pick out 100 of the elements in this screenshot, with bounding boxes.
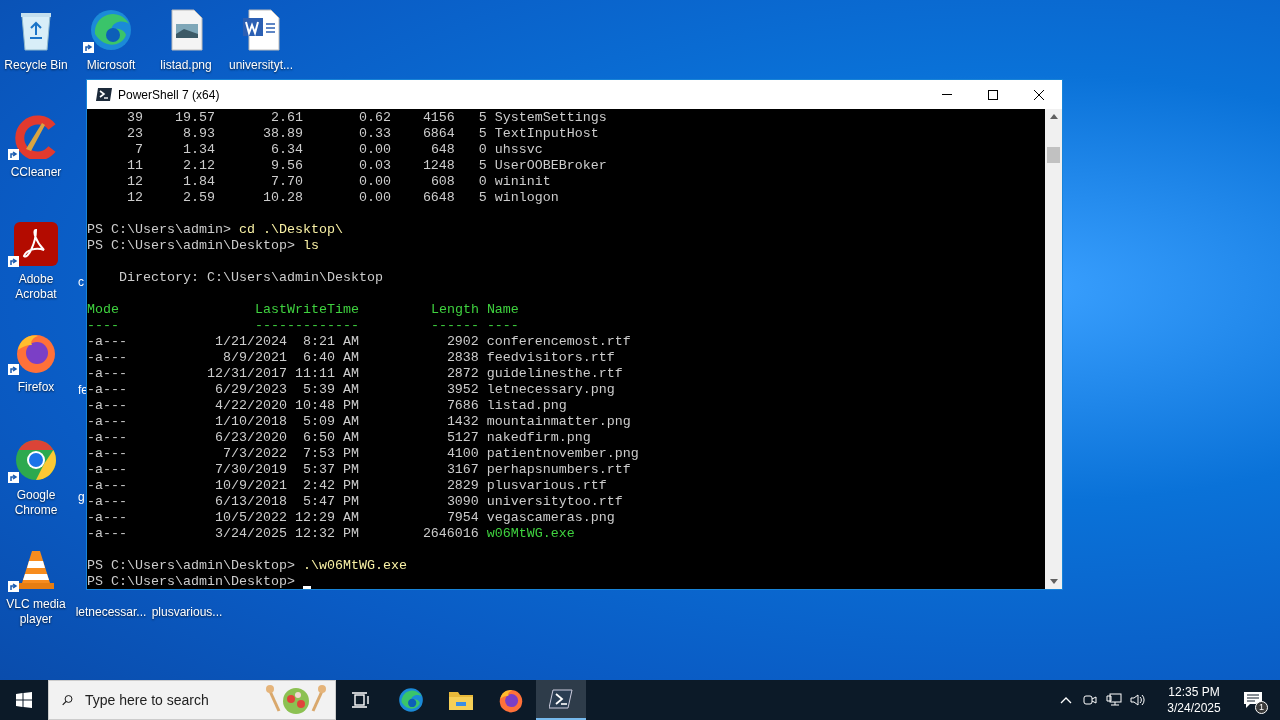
table-cell: -a---	[87, 350, 127, 366]
table-cell: patientnovember.png	[486, 446, 639, 462]
table-cell: -a---	[87, 398, 127, 414]
table-cell: 8/9/2021	[222, 350, 287, 366]
edge-icon	[398, 687, 424, 713]
table-cell: winlogon	[494, 190, 559, 206]
table-cell: vegascameras.png	[486, 510, 615, 526]
table-cell-text: 9.56	[269, 158, 303, 174]
table-cell: 1/10/2018	[214, 414, 287, 430]
table-cell-text: 0.00	[357, 142, 391, 158]
table-cell: feedvisitors.rtf	[486, 350, 615, 366]
message-icon	[1244, 692, 1262, 708]
table-cell: -a---	[87, 462, 127, 478]
table-cell-text: 11	[126, 158, 143, 174]
table-cell: 7954	[446, 510, 479, 526]
edge-icon[interactable]	[89, 8, 133, 52]
table-cell-text: 1248	[421, 158, 455, 174]
window-title: PowerShell 7 (x64)	[118, 86, 220, 104]
acrobat-icon[interactable]	[14, 222, 58, 266]
table-cell-text: 1.84	[181, 174, 215, 190]
scrollbar[interactable]	[1045, 109, 1062, 589]
table-cell: 10/5/2022	[214, 510, 287, 526]
table-cell: 2838	[446, 350, 479, 366]
table-cell: 6:50 AM	[302, 430, 359, 446]
table-cell-text: 0.62	[357, 110, 391, 126]
maximize-icon	[988, 89, 998, 100]
icon-label: Firefox	[17, 380, 55, 395]
table-cell-text: 0	[477, 174, 487, 190]
table-cell: 7686	[446, 398, 479, 414]
ccleaner-icon[interactable]	[14, 115, 58, 159]
directory-text: Directory: C:\Users\admin\Desktop	[119, 270, 383, 286]
search-field[interactable]: Type here to search	[85, 689, 265, 711]
scroll-down-icon[interactable]	[1049, 579, 1058, 584]
table-cell: mountainmatter.png	[486, 414, 631, 430]
table-cell: TextInputHost	[494, 126, 599, 142]
scroll-up-icon[interactable]	[1049, 114, 1058, 119]
table-cell: -a---	[87, 414, 127, 430]
table-cell-text: 2.12	[181, 158, 215, 174]
table-cell: 5:47 PM	[302, 494, 359, 510]
scrollbar-thumb[interactable]	[1047, 147, 1060, 163]
prompt-text: PS C:\Users\admin\Desktop>	[87, 574, 295, 589]
table-cell-text: 5	[477, 190, 487, 206]
table-cell: 2829	[446, 478, 479, 494]
table-cell: 2:42 PM	[302, 478, 359, 494]
icon-label: Recycle Bin	[4, 58, 68, 73]
command-text: ls	[302, 238, 319, 254]
icon-label: VLC media player	[5, 597, 67, 627]
header-rule: ----	[87, 318, 120, 334]
table-cell-text: 12	[126, 174, 143, 190]
table-cell-text: 6.34	[269, 142, 303, 158]
table-cell: -a---	[87, 510, 127, 526]
header-rule: -------------	[254, 318, 359, 334]
table-cell: 2872	[446, 366, 479, 382]
notifications-button[interactable]: 1	[1240, 680, 1266, 720]
table-cell: 4100	[446, 446, 479, 462]
table-cell: 5:09 AM	[302, 414, 359, 430]
table-cell-text: 5	[477, 110, 487, 126]
table-cell-text: 7.70	[269, 174, 303, 190]
table-cell: SystemSettings	[494, 110, 607, 126]
table-cell: 3167	[446, 462, 479, 478]
table-cell-text: 4156	[421, 110, 455, 126]
table-cell: 6/13/2018	[214, 494, 287, 510]
table-cell: -a---	[87, 366, 127, 382]
table-cell: 7/30/2019	[214, 462, 287, 478]
table-cell-text: 0	[477, 142, 487, 158]
table-cell: guidelinesthe.rtf	[486, 366, 623, 382]
column-header: LastWriteTime	[254, 302, 359, 318]
table-cell: nakedfirm.png	[486, 430, 591, 446]
table-cell-text: 648	[429, 142, 455, 158]
close-icon	[1034, 89, 1044, 100]
search-box[interactable]: Type here to search	[48, 680, 336, 720]
chrome-icon[interactable]	[14, 438, 58, 482]
table-cell: 5:37 PM	[302, 462, 359, 478]
table-cell: 2902	[446, 334, 479, 350]
table-cell: wininit	[494, 174, 551, 190]
table-cell: conferencemost.rtf	[486, 334, 631, 350]
table-cell: 11:11 AM	[294, 366, 359, 382]
table-cell-text: 10.28	[261, 190, 303, 206]
table-cell-text: 5	[477, 126, 487, 142]
table-cell: plusvarious.rtf	[486, 478, 607, 494]
table-cell: 7:53 PM	[302, 446, 359, 462]
clock[interactable]: 12:35 PM 3/24/2025	[1156, 680, 1232, 720]
prompt-text: PS C:\Users\admin\Desktop>	[87, 238, 295, 254]
table-cell: 3952	[446, 382, 479, 398]
header-rule: ----	[486, 318, 519, 334]
command-text: cd .\Desktop\	[238, 222, 343, 238]
table-cell-text: 6864	[421, 126, 455, 142]
table-cell: 5127	[446, 430, 479, 446]
task-view-icon	[352, 692, 370, 708]
table-cell: -a---	[87, 526, 127, 542]
column-header: Mode	[87, 302, 120, 318]
taskbar-button[interactable]	[536, 680, 586, 720]
table-cell-text: 39	[126, 110, 143, 126]
icon-label: universityt...	[229, 58, 293, 73]
table-cell: -a---	[87, 334, 127, 350]
table-cell: 1432	[446, 414, 479, 430]
table-cell: listad.png	[486, 398, 567, 414]
icon-label: Microsoft	[86, 58, 136, 73]
table-cell-text: 608	[429, 174, 455, 190]
table-cell-text: 0.33	[357, 126, 391, 142]
